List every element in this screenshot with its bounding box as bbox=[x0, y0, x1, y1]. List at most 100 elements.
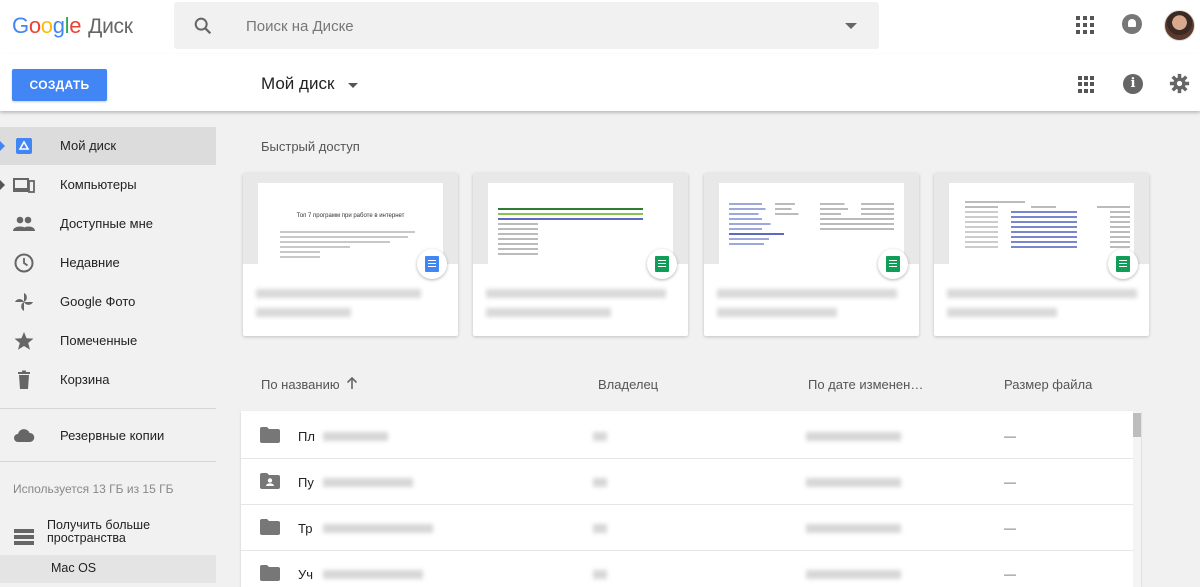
sidebar-item-starred[interactable]: Помеченные bbox=[0, 322, 216, 360]
spreadsheet-preview bbox=[949, 183, 1134, 264]
search-icon[interactable] bbox=[192, 15, 214, 37]
notifications-bell-icon[interactable] bbox=[1122, 14, 1142, 34]
file-name: Уч bbox=[298, 567, 314, 582]
trash-icon bbox=[18, 370, 30, 389]
product-name: Диск bbox=[88, 15, 133, 38]
get-more-storage-link[interactable]: Получить больше пространства bbox=[0, 517, 216, 553]
table-row[interactable]: Пл — bbox=[241, 413, 1141, 459]
blurred-owner bbox=[593, 524, 607, 533]
storage-usage-text: Используется 13 ГБ из 15 ГБ bbox=[13, 482, 174, 496]
file-list: Пл — Пу — Тр — Уч — bbox=[241, 411, 1141, 587]
card-subtitle bbox=[256, 308, 351, 317]
table-row[interactable]: Тр — bbox=[241, 505, 1141, 551]
sidebar-item-backups[interactable]: Резервные копии bbox=[0, 417, 216, 455]
blurred-owner bbox=[593, 432, 607, 441]
sheets-icon bbox=[647, 249, 677, 279]
file-size: — bbox=[1004, 567, 1016, 581]
sidebar-item-label: Google Фото bbox=[60, 294, 136, 309]
docs-icon bbox=[417, 249, 447, 279]
apps-grid-icon[interactable] bbox=[1076, 16, 1094, 34]
sidebar-item-recent[interactable]: Недавние bbox=[0, 244, 216, 282]
card-subtitle bbox=[947, 308, 1057, 317]
sheets-icon bbox=[1108, 249, 1138, 279]
quick-access-card[interactable] bbox=[704, 173, 919, 336]
table-row[interactable]: Уч — bbox=[241, 551, 1141, 587]
file-name: Тр bbox=[298, 521, 313, 536]
blurred-name bbox=[323, 570, 423, 579]
computers-icon bbox=[13, 178, 35, 193]
clock-icon bbox=[14, 253, 34, 273]
sidebar-item-trash[interactable]: Корзина bbox=[0, 361, 216, 399]
table-row[interactable]: Пу — bbox=[241, 459, 1141, 505]
sidebar-item-google-photos[interactable]: Google Фото bbox=[0, 283, 216, 321]
create-button[interactable]: СОЗДАТЬ bbox=[12, 69, 107, 101]
storage-icon bbox=[14, 529, 34, 545]
spreadsheet-preview bbox=[488, 183, 673, 264]
blurred-name bbox=[323, 524, 433, 533]
expand-arrow-icon[interactable] bbox=[0, 180, 5, 190]
blurred-name bbox=[323, 432, 388, 441]
preview-text-lines bbox=[280, 231, 420, 261]
sort-ascending-icon[interactable] bbox=[345, 376, 359, 390]
search-input[interactable] bbox=[246, 16, 806, 36]
file-list-header: По названию Владелец По дате изменен… Ра… bbox=[241, 376, 1141, 397]
quick-access-card[interactable]: Топ 7 программ при работе в интернет bbox=[243, 173, 458, 336]
gear-icon[interactable] bbox=[1169, 73, 1190, 94]
page-title[interactable]: Мой диск bbox=[261, 74, 334, 94]
logo-letter: o bbox=[40, 13, 53, 38]
column-name-header[interactable]: По названию bbox=[261, 377, 340, 392]
top-bar: Google Диск bbox=[0, 0, 1200, 54]
sidebar-item-label: Резервные копии bbox=[60, 428, 165, 443]
people-icon bbox=[13, 216, 35, 231]
sidebar-item-my-drive[interactable]: Мой диск bbox=[0, 127, 216, 165]
folder-icon bbox=[260, 519, 280, 535]
google-drive-logo[interactable]: Google Диск bbox=[12, 13, 133, 39]
sidebar-item-label: Доступные мне bbox=[60, 216, 154, 231]
sidebar-item-label: Мой диск bbox=[60, 138, 117, 153]
scrollbar[interactable] bbox=[1133, 411, 1141, 587]
card-filename bbox=[947, 289, 1137, 298]
card-filename bbox=[486, 289, 666, 298]
blurred-date bbox=[806, 478, 901, 487]
divider bbox=[0, 461, 216, 462]
sidebar-item-label: Компьютеры bbox=[60, 177, 137, 192]
blurred-date bbox=[806, 524, 901, 533]
quick-access-card[interactable] bbox=[473, 173, 688, 336]
macos-banner[interactable]: Mac OS bbox=[0, 555, 216, 583]
card-filename bbox=[717, 289, 897, 298]
file-size: — bbox=[1004, 429, 1016, 443]
sidebar-item-label: Корзина bbox=[60, 372, 110, 387]
card-subtitle bbox=[486, 308, 611, 317]
sidebar: Мой диск Компьютеры Доступные мне Недавн… bbox=[0, 111, 216, 587]
expand-arrow-icon[interactable] bbox=[0, 141, 5, 151]
preview-rows bbox=[729, 203, 894, 248]
sidebar-item-label: Помеченные bbox=[60, 333, 138, 348]
preview-title: Топ 7 программ при работе в интернет bbox=[296, 213, 405, 219]
blurred-owner bbox=[593, 478, 607, 487]
file-size: — bbox=[1004, 475, 1016, 489]
card-filename bbox=[256, 289, 421, 298]
grid-view-icon[interactable] bbox=[1078, 76, 1095, 93]
blurred-name bbox=[323, 478, 413, 487]
logo-letter: o bbox=[28, 13, 41, 38]
quick-access-card[interactable] bbox=[934, 173, 1149, 336]
folder-icon bbox=[260, 427, 280, 443]
column-modified-header[interactable]: По дате изменен… bbox=[808, 377, 923, 392]
avatar[interactable] bbox=[1164, 10, 1195, 41]
scrollbar-thumb[interactable] bbox=[1133, 413, 1141, 437]
column-owner-header[interactable]: Владелец bbox=[598, 377, 658, 392]
logo-letter: e bbox=[69, 13, 82, 38]
spreadsheet-preview bbox=[719, 183, 904, 264]
search-options-caret-icon[interactable] bbox=[845, 23, 857, 29]
column-size-header[interactable]: Размер файла bbox=[1004, 377, 1092, 392]
macos-label: Mac OS bbox=[51, 561, 97, 575]
document-preview: Топ 7 программ при работе в интернет bbox=[258, 183, 443, 264]
chevron-down-icon[interactable] bbox=[348, 83, 358, 88]
drive-icon bbox=[16, 138, 32, 154]
sidebar-item-shared[interactable]: Доступные мне bbox=[0, 205, 216, 243]
logo-letter: G bbox=[12, 13, 29, 38]
card-subtitle bbox=[717, 308, 837, 317]
sidebar-item-computers[interactable]: Компьютеры bbox=[0, 166, 216, 204]
search-box[interactable] bbox=[174, 2, 879, 49]
info-icon[interactable]: i bbox=[1123, 74, 1143, 94]
